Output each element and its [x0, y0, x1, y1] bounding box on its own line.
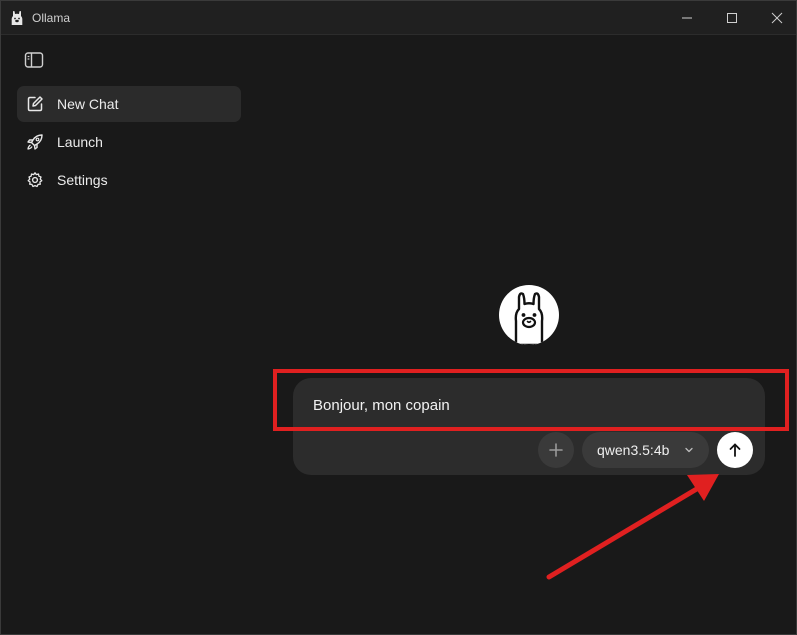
- minimize-button[interactable]: [664, 1, 710, 34]
- chevron-down-icon: [685, 447, 693, 453]
- sidebar-item-settings[interactable]: Settings: [17, 162, 241, 198]
- edit-icon: [27, 96, 43, 112]
- ollama-logo-icon: [11, 11, 23, 25]
- app-window: Ollama New Chat Launch Settings Bonjour,…: [0, 0, 797, 635]
- plus-icon: [549, 443, 563, 457]
- close-button[interactable]: [754, 1, 796, 34]
- llama-icon: [514, 292, 544, 345]
- sidebar-item-launch[interactable]: Launch: [17, 124, 241, 160]
- minimize-icon: [682, 17, 692, 18]
- maximize-icon: [727, 12, 737, 23]
- model-selector[interactable]: qwen3.5:4b: [582, 432, 709, 468]
- sidebar-toggle-icon[interactable]: [24, 51, 44, 69]
- model-name: qwen3.5:4b: [597, 442, 670, 458]
- sidebar-item-label: Settings: [57, 172, 108, 188]
- sidebar-item-label: New Chat: [57, 96, 119, 112]
- ollama-logo: [499, 285, 559, 345]
- close-icon: [771, 12, 783, 23]
- arrow-up-icon: [729, 443, 741, 457]
- attach-button[interactable]: [538, 432, 574, 468]
- title-bar: Ollama: [1, 1, 796, 35]
- maximize-button[interactable]: [709, 1, 755, 34]
- gear-icon: [27, 172, 43, 188]
- window-title: Ollama: [32, 11, 71, 25]
- sidebar-item-label: Launch: [57, 134, 103, 150]
- send-button[interactable]: [717, 432, 753, 468]
- rocket-icon: [27, 134, 43, 150]
- annotation-highlight-box: [273, 369, 789, 431]
- sidebar-item-new-chat[interactable]: New Chat: [17, 86, 241, 122]
